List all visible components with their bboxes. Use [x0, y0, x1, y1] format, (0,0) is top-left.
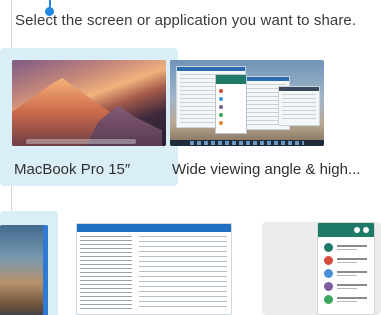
- app-option-1[interactable]: [0, 211, 58, 315]
- mobile-app-thumbnail: [317, 222, 375, 315]
- screen-label-external: Wide viewing angle & high...: [172, 161, 361, 178]
- instruction-text: Select the screen or application you wan…: [15, 12, 357, 29]
- dock: [26, 139, 136, 144]
- app-thumbnail-1: [0, 225, 48, 315]
- screen-option-macbook[interactable]: MacBook Pro 15″: [0, 48, 178, 186]
- app-option-outlook[interactable]: [66, 211, 244, 315]
- app-option-mobile[interactable]: [262, 222, 381, 315]
- macbook-screen-thumbnail: [12, 60, 166, 146]
- external-screen-thumbnail: [170, 60, 324, 146]
- share-screen-picker: Select the screen or application you wan…: [0, 0, 381, 315]
- outlook-window-thumbnail: [76, 223, 232, 315]
- taskbar: [170, 140, 324, 146]
- screen-label-macbook: MacBook Pro 15″: [14, 161, 131, 178]
- screen-option-external[interactable]: Wide viewing angle & high...: [158, 48, 360, 186]
